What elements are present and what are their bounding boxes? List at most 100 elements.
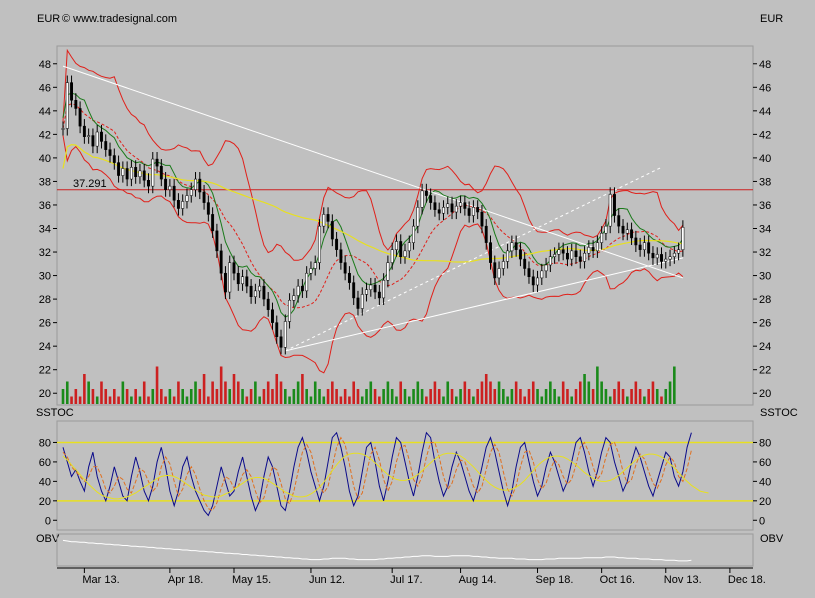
volume-bar bbox=[459, 389, 462, 404]
panel-frame-1 bbox=[56, 420, 754, 531]
x-tick-label: Oct 16. bbox=[600, 574, 635, 586]
volume-bar bbox=[352, 381, 355, 404]
volume-bar bbox=[74, 389, 78, 404]
price-candle-body bbox=[544, 264, 548, 272]
price-candle-body bbox=[305, 272, 309, 292]
price-candle-body bbox=[553, 254, 557, 257]
price-candle-body bbox=[313, 262, 317, 269]
price-candle-body bbox=[399, 241, 403, 257]
volume-bar bbox=[540, 396, 544, 404]
volume-bar bbox=[433, 381, 437, 404]
price-candle-body bbox=[335, 238, 339, 250]
volume-bar bbox=[638, 389, 642, 404]
copyright-label: © www.tradesignal.com bbox=[62, 13, 177, 25]
volume-bar bbox=[395, 396, 398, 404]
volume-bar bbox=[87, 381, 90, 404]
volume-bar bbox=[647, 389, 650, 404]
price-candle-body bbox=[283, 321, 287, 348]
price-candle-body bbox=[642, 242, 646, 250]
volume-bar bbox=[138, 396, 142, 404]
price-candle-body bbox=[155, 158, 159, 167]
x-tick-label: Jul 17. bbox=[390, 574, 422, 586]
volume-bar bbox=[296, 381, 300, 404]
price-candle-body bbox=[583, 252, 586, 262]
volume-bar bbox=[134, 389, 137, 404]
volume-bar bbox=[262, 389, 266, 404]
volume-bar bbox=[561, 381, 565, 404]
price-candle-body bbox=[395, 241, 398, 250]
stoch-tick-label-left: 0 bbox=[45, 515, 51, 527]
price-candle-body bbox=[300, 285, 304, 292]
volume-bar bbox=[613, 389, 616, 404]
volume-bar bbox=[91, 389, 95, 404]
volume-bar bbox=[420, 389, 424, 404]
price-candle-body bbox=[330, 221, 334, 240]
stoch-tick-label-right: 0 bbox=[759, 515, 765, 527]
volume-bar bbox=[326, 389, 330, 404]
price-candle-body bbox=[87, 135, 91, 137]
price-candle-body bbox=[518, 249, 522, 260]
price-candle-body bbox=[112, 155, 116, 163]
volume-bar bbox=[181, 389, 184, 404]
price-tick-label-left: 42 bbox=[39, 129, 51, 141]
price-tick-label-right: 22 bbox=[759, 365, 771, 377]
volume-bar bbox=[194, 381, 197, 404]
volume-bar bbox=[608, 396, 612, 404]
volume-bar bbox=[241, 389, 244, 404]
volume-bar bbox=[331, 381, 334, 404]
price-candle-body bbox=[108, 149, 112, 156]
price-candle-body bbox=[365, 289, 368, 295]
price-candle-body bbox=[677, 249, 681, 254]
price-candle-body bbox=[202, 191, 206, 203]
volume-bar bbox=[536, 389, 539, 404]
price-candle-body bbox=[570, 250, 574, 260]
price-candle-body bbox=[501, 261, 505, 269]
price-candle-body bbox=[480, 211, 484, 227]
volume-bar bbox=[634, 381, 638, 404]
stock-chart-svg: EUR © www.tradesignal.com EUR SSTOC SSTO… bbox=[36, 13, 798, 586]
price-candle-body bbox=[253, 290, 257, 297]
price-candle-body bbox=[91, 135, 95, 147]
price-candle-body bbox=[181, 201, 185, 209]
volume-bar bbox=[574, 389, 578, 404]
volume-bar bbox=[65, 381, 69, 404]
volume-bar bbox=[403, 389, 407, 404]
price-candle-body bbox=[578, 256, 582, 262]
price-candle-body bbox=[651, 252, 655, 259]
price-tick-label-left: 34 bbox=[39, 224, 51, 236]
price-candle-body bbox=[117, 162, 121, 176]
price-tick-label-right: 36 bbox=[759, 200, 771, 212]
price-candle-body bbox=[403, 250, 407, 257]
price-candle-body bbox=[630, 229, 634, 239]
volume-bar bbox=[437, 389, 441, 404]
price-candle-body bbox=[467, 208, 471, 216]
price-candle-body bbox=[134, 167, 138, 177]
price-candle-body bbox=[95, 131, 99, 147]
volume-bar bbox=[266, 381, 270, 404]
price-candle-body bbox=[446, 203, 450, 208]
price-candle-body bbox=[176, 200, 180, 209]
price-candle-body bbox=[82, 125, 86, 137]
price-candle-body bbox=[224, 272, 227, 293]
volume-bar bbox=[604, 389, 608, 404]
x-tick-label: Mar 13. bbox=[82, 574, 119, 586]
price-candle-body bbox=[600, 232, 604, 243]
price-candle-body bbox=[424, 190, 428, 196]
volume-bar bbox=[523, 396, 526, 404]
volume-bar bbox=[527, 389, 531, 404]
price-candle-body bbox=[429, 195, 433, 203]
price-candle-body bbox=[147, 180, 150, 187]
price-tick-label-right: 20 bbox=[759, 388, 771, 400]
price-candle-body bbox=[386, 262, 390, 281]
volume-bar bbox=[142, 381, 146, 404]
volume-bar bbox=[318, 389, 321, 404]
price-tick-label-right: 34 bbox=[759, 224, 771, 236]
price-candle-body bbox=[266, 298, 270, 310]
price-candle-body bbox=[159, 165, 163, 180]
volume-bar bbox=[335, 389, 338, 404]
volume-bar bbox=[147, 396, 150, 404]
price-candle-body bbox=[497, 268, 501, 279]
price-candle-body bbox=[104, 141, 108, 150]
price-tick-label-left: 46 bbox=[39, 82, 51, 94]
volume-bar bbox=[617, 381, 621, 404]
